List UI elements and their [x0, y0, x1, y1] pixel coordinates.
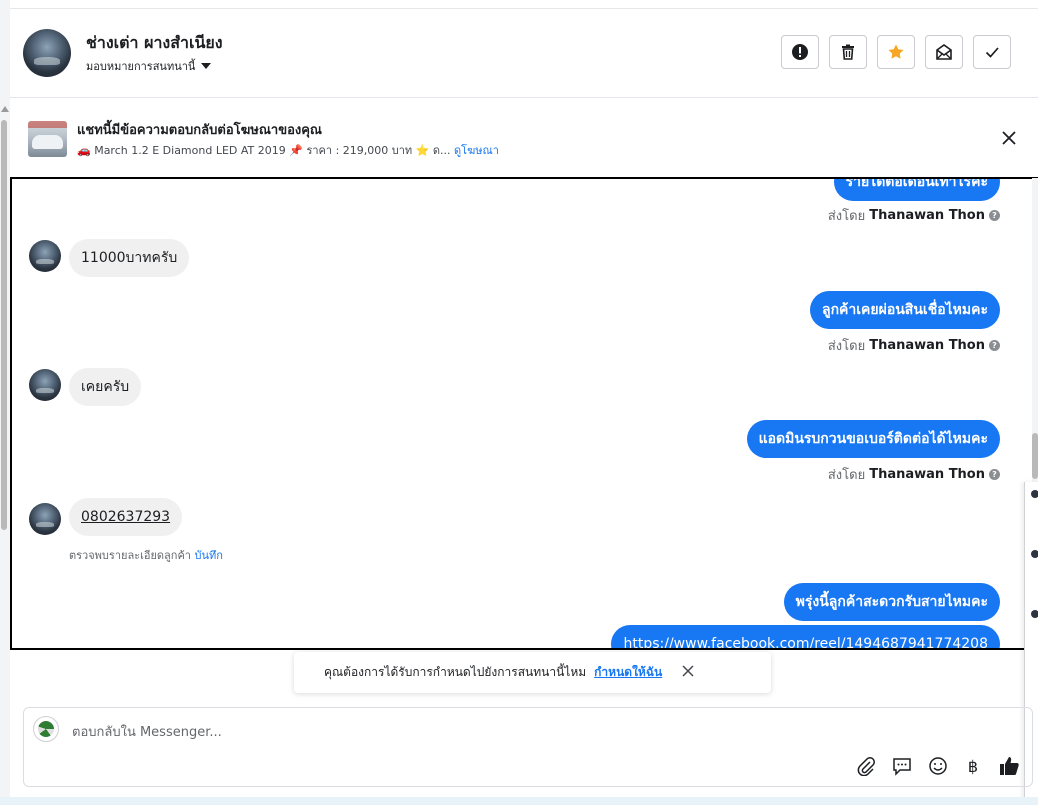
mark-done-button[interactable]	[973, 35, 1011, 69]
reply-composer[interactable]	[23, 707, 1033, 787]
phone-number-message[interactable]: 0802637293	[69, 498, 183, 536]
paperclip-icon	[857, 757, 875, 776]
help-icon[interactable]: ?	[989, 210, 1000, 221]
close-icon	[1002, 131, 1016, 145]
star-emoji: ⭐	[415, 144, 430, 157]
baht-icon: ฿	[967, 756, 979, 776]
car-emoji: 🚗	[77, 144, 91, 157]
help-icon[interactable]: ?	[989, 340, 1000, 351]
ad-banner-title: แชทนี้มีข้อความตอบกลับต่อโฆษณาของคุณ	[77, 123, 322, 138]
sent-by-label: ส่งโดย Thanawan Thon ?	[828, 205, 1000, 226]
caret-down-icon	[201, 63, 212, 69]
sent-by-label: ส่งโดย Thanawan Thon ?	[828, 464, 1000, 485]
side-avatar	[1031, 610, 1038, 618]
help-icon[interactable]: ?	[989, 469, 1000, 480]
page-avatar	[33, 716, 59, 742]
sent-by-label: ส่งโดย Thanawan Thon ?	[828, 335, 1000, 356]
assign-toast: คุณต้องการได้รับการกำหนดไปยังการสนทนานี้…	[294, 652, 771, 693]
message-thread[interactable]: รายได้ต่อเดือนเท่าไรคะ ส่งโดย Thanawan T…	[10, 177, 1038, 650]
close-banner-button[interactable]	[998, 127, 1020, 149]
outgoing-message: ลูกค้าเคยผ่อนสินเชื่อไหมคะ	[809, 291, 1000, 329]
customer-detail-note: ตรวจพบรายละเอียดลูกค้า บันทึก	[69, 549, 223, 562]
side-avatar	[1031, 490, 1038, 498]
incoming-message: 11000บาทครับ	[69, 239, 190, 277]
assign-to-me-link[interactable]: กำหนดให้ฉัน	[594, 663, 662, 682]
ad-thumbnail[interactable]	[28, 121, 67, 157]
contact-avatar[interactable]	[23, 29, 71, 77]
header-divider	[10, 97, 1038, 98]
incoming-message: เคยครับ	[69, 368, 142, 406]
outgoing-message: พรุ่งนี้ลูกค้าสะดวกรับสายไหมคะ	[783, 583, 1000, 621]
toast-text: คุณต้องการได้รับการกำหนดไปยังการสนทนานี้…	[324, 665, 587, 679]
contact-avatar-small	[29, 503, 61, 535]
attach-button[interactable]	[854, 754, 878, 778]
ad-truncated: ด...	[432, 144, 451, 157]
emoji-button[interactable]	[926, 754, 950, 778]
payment-button[interactable]: ฿	[961, 754, 985, 778]
outgoing-message: แอดมินรบกวนขอเบอร์ติดต่อได้ไหมคะ	[746, 420, 1000, 458]
view-ad-link[interactable]: ดูโฆษณา	[454, 144, 499, 157]
ad-price: ราคา : 219,000 บาท	[306, 144, 413, 157]
outgoing-link-message[interactable]: https://www.facebook.com/reel/1494687941…	[611, 625, 1000, 648]
contact-avatar-small	[29, 240, 61, 272]
star-button[interactable]	[877, 35, 915, 69]
contact-name[interactable]: ช่างเต่า ผางสำเนียง	[86, 31, 223, 56]
assign-conversation-dropdown[interactable]: มอบหมายการสนทนานี้	[86, 57, 212, 75]
check-icon	[985, 47, 999, 58]
toast-close-button[interactable]	[682, 665, 694, 680]
save-detail-link[interactable]: บันทึก	[194, 549, 222, 562]
mark-unread-button[interactable]	[925, 35, 963, 69]
ad-model: March 1.2 E Diamond LED AT 2019	[94, 144, 286, 157]
quick-reply-button[interactable]	[890, 754, 914, 778]
ad-description: 🚗 March 1.2 E Diamond LED AT 2019 📌 ราคา…	[77, 141, 499, 159]
scroll-thumb[interactable]	[1, 120, 7, 530]
contact-avatar-small	[29, 369, 61, 401]
assign-label: มอบหมายการสนทนานี้	[86, 60, 196, 73]
like-button[interactable]	[997, 754, 1021, 778]
trash-icon	[842, 44, 854, 60]
quick-reply-icon	[893, 758, 911, 776]
close-icon	[682, 665, 694, 677]
top-divider	[10, 8, 1038, 9]
side-avatar	[1031, 550, 1038, 558]
alert-circle-icon	[792, 44, 808, 60]
spam-button[interactable]	[781, 35, 819, 69]
scroll-up-arrow[interactable]	[1, 106, 9, 112]
reply-input[interactable]: ตอบกลับใน Messenger...	[72, 721, 222, 742]
left-scrollbar[interactable]	[0, 0, 10, 805]
pin-emoji: 📌	[289, 144, 303, 157]
delete-button[interactable]	[829, 35, 867, 69]
bottom-strip	[0, 797, 1038, 805]
thread-scroll-thumb[interactable]	[1032, 433, 1038, 479]
outgoing-message: รายได้ต่อเดือนเท่าไรคะ	[833, 179, 1000, 201]
thumbs-up-icon	[1000, 757, 1019, 775]
mail-open-icon	[936, 44, 952, 60]
emoji-icon	[929, 757, 947, 775]
star-icon	[888, 44, 904, 59]
